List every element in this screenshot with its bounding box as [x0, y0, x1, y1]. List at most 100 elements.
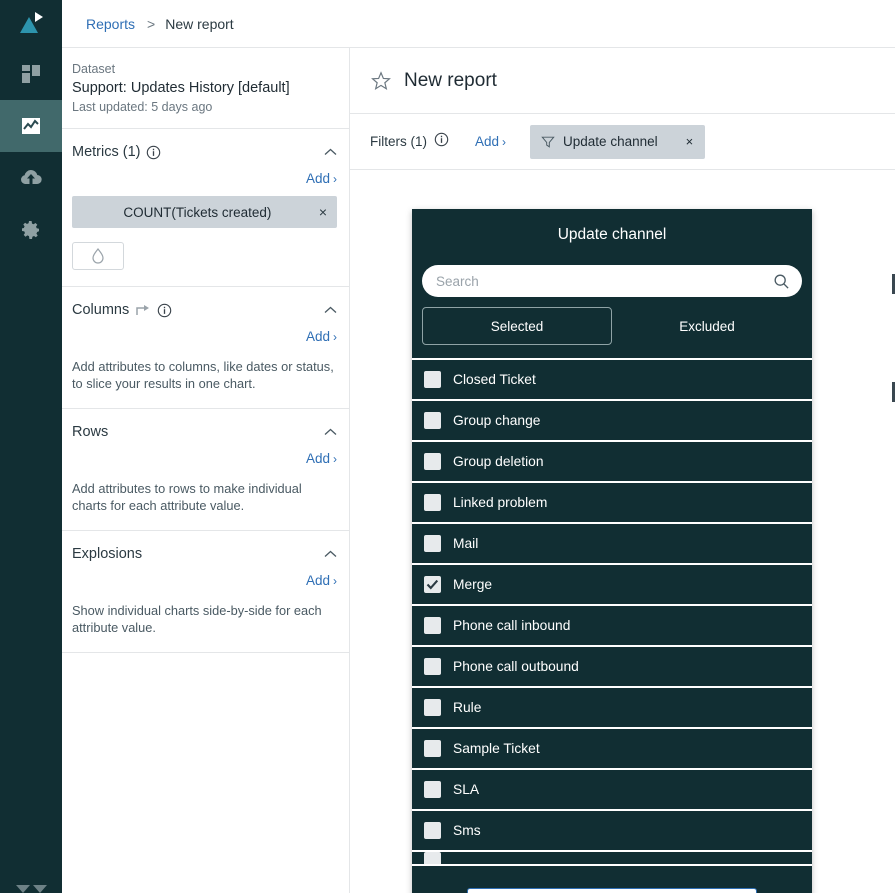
- chevron-up-icon: [324, 306, 336, 313]
- explosions-add-label: Add: [305, 573, 330, 588]
- option-row[interactable]: Mail: [412, 524, 812, 565]
- checkbox-icon[interactable]: [424, 658, 441, 675]
- option-label: Merge: [453, 577, 493, 592]
- dataset-block[interactable]: Dataset Support: Updates History [defaul…: [62, 48, 349, 129]
- toggle-excluded[interactable]: Excluded: [612, 307, 802, 345]
- filters-add-button[interactable]: Add ›: [475, 134, 506, 149]
- option-label: Group deletion: [453, 454, 544, 469]
- sidebar-item-settings[interactable]: [0, 204, 62, 256]
- sidebar-item-uploads[interactable]: [0, 152, 62, 204]
- gear-icon: [22, 221, 39, 239]
- metrics-add-button[interactable]: Add ›: [306, 171, 337, 186]
- section-explosions: Explosions Add › Show individual charts s…: [62, 531, 349, 653]
- config-panel: Dataset Support: Updates History [defaul…: [62, 48, 350, 893]
- rows-collapse-toggle[interactable]: [323, 425, 337, 439]
- toggle-selected[interactable]: Selected: [422, 307, 612, 345]
- star-outline-icon: [371, 70, 391, 90]
- sort-arrow-icon[interactable]: [135, 303, 151, 318]
- grid-icon: [22, 65, 40, 83]
- breadcrumb-reports-link[interactable]: Reports: [86, 16, 135, 32]
- checkbox-icon[interactable]: [424, 453, 441, 470]
- search-icon[interactable]: [773, 273, 790, 290]
- app-logo[interactable]: [0, 0, 62, 48]
- checkbox-icon[interactable]: [424, 535, 441, 552]
- filters-bar: Filters (1) Add › Update channel ×: [350, 114, 895, 170]
- sidebar-rail: [0, 0, 62, 893]
- rows-add-chevron: ›: [333, 452, 337, 466]
- funnel-icon: [541, 136, 555, 148]
- checkbox-icon[interactable]: [424, 412, 441, 429]
- filters-info-icon[interactable]: [434, 132, 449, 152]
- rows-title: Rows: [72, 424, 109, 440]
- app-root: Reports > New report Dataset Support: Up…: [0, 0, 895, 893]
- checkbox-icon[interactable]: [424, 781, 441, 798]
- option-row[interactable]: Rule: [412, 688, 812, 729]
- columns-add-row: Add ›: [72, 329, 337, 344]
- metrics-collapse-toggle[interactable]: [323, 145, 337, 159]
- checkbox-icon[interactable]: [424, 494, 441, 511]
- option-row[interactable]: Phone call inbound: [412, 606, 812, 647]
- checkbox-icon[interactable]: [424, 617, 441, 634]
- filter-chip-update-channel[interactable]: Update channel ×: [530, 124, 706, 159]
- sidebar-item-dashboards[interactable]: [0, 48, 62, 100]
- option-row[interactable]: Merge: [412, 565, 812, 606]
- chart-line-icon: [22, 118, 40, 134]
- metrics-add-row: Add ›: [72, 171, 337, 186]
- breadcrumb-separator: >: [147, 15, 156, 32]
- option-row-partial-bottom[interactable]: [412, 852, 812, 866]
- checkbox-checked-icon[interactable]: [424, 576, 441, 593]
- option-row[interactable]: Group change: [412, 401, 812, 442]
- search-input[interactable]: [436, 273, 773, 289]
- sidebar-item-reports[interactable]: [0, 100, 62, 152]
- option-row[interactable]: Phone call outbound: [412, 647, 812, 688]
- filter-chip-label: Update channel: [563, 134, 658, 149]
- metric-chip-remove[interactable]: ×: [311, 204, 327, 220]
- option-label: Sms: [453, 823, 481, 838]
- metric-filter-drop-button[interactable]: [72, 242, 124, 270]
- explosions-title: Explosions: [72, 546, 143, 562]
- metrics-add-label: Add: [305, 171, 330, 186]
- option-row[interactable]: Group deletion: [412, 442, 812, 483]
- favorite-star-button[interactable]: [370, 70, 392, 92]
- checkbox-icon[interactable]: [424, 852, 441, 864]
- rows-add-button[interactable]: Add ›: [306, 451, 337, 466]
- explosions-collapse-toggle[interactable]: [323, 547, 337, 561]
- filters-label: Filters (1): [370, 134, 427, 149]
- columns-collapse-toggle[interactable]: [323, 303, 337, 317]
- metrics-add-chevron: ›: [333, 172, 337, 186]
- option-row[interactable]: Sms: [412, 811, 812, 852]
- popover-search-wrap: [412, 255, 812, 297]
- drop-filter-icon: [92, 248, 104, 264]
- info-icon[interactable]: [157, 303, 172, 318]
- page-title: New report: [404, 69, 497, 91]
- metric-chip[interactable]: COUNT(Tickets created) ×: [72, 196, 337, 228]
- apply-button[interactable]: Apply: [467, 888, 757, 893]
- option-label: Group change: [453, 413, 541, 428]
- checkbox-icon[interactable]: [424, 699, 441, 716]
- chevron-up-icon: [324, 148, 336, 155]
- explosions-add-button[interactable]: Add ›: [306, 573, 337, 588]
- sidebar-item-collapse[interactable]: [0, 877, 62, 893]
- option-row[interactable]: Linked problem: [412, 483, 812, 524]
- workspace: Dataset Support: Updates History [defaul…: [62, 48, 895, 893]
- dataset-name: Support: Updates History [default]: [72, 80, 290, 96]
- option-row[interactable]: Closed Ticket: [412, 360, 812, 401]
- option-label: Linked problem: [453, 495, 548, 510]
- filter-chip-remove[interactable]: ×: [686, 134, 694, 149]
- checkbox-icon[interactable]: [424, 822, 441, 839]
- main-body: Reports > New report Dataset Support: Up…: [62, 0, 895, 893]
- checkbox-icon[interactable]: [424, 740, 441, 757]
- metrics-header: Metrics (1): [72, 139, 337, 165]
- checkbox-icon[interactable]: [424, 371, 441, 388]
- update-channel-filter-popover: Update channel Selected Excluded: [412, 209, 812, 893]
- search-box[interactable]: [422, 265, 802, 297]
- option-row[interactable]: Sample Ticket: [412, 729, 812, 770]
- explosions-hint: Show individual charts side-by-side for …: [72, 603, 322, 635]
- option-row[interactable]: SLA: [412, 770, 812, 811]
- info-icon[interactable]: [146, 145, 161, 160]
- option-label: Mail: [453, 536, 479, 551]
- columns-add-button[interactable]: Add ›: [306, 329, 337, 344]
- popover-title: Update channel: [557, 226, 667, 243]
- option-list[interactable]: Closed Ticket Group change Group deletion L…: [412, 355, 812, 885]
- breadcrumb: Reports > New report: [62, 0, 895, 48]
